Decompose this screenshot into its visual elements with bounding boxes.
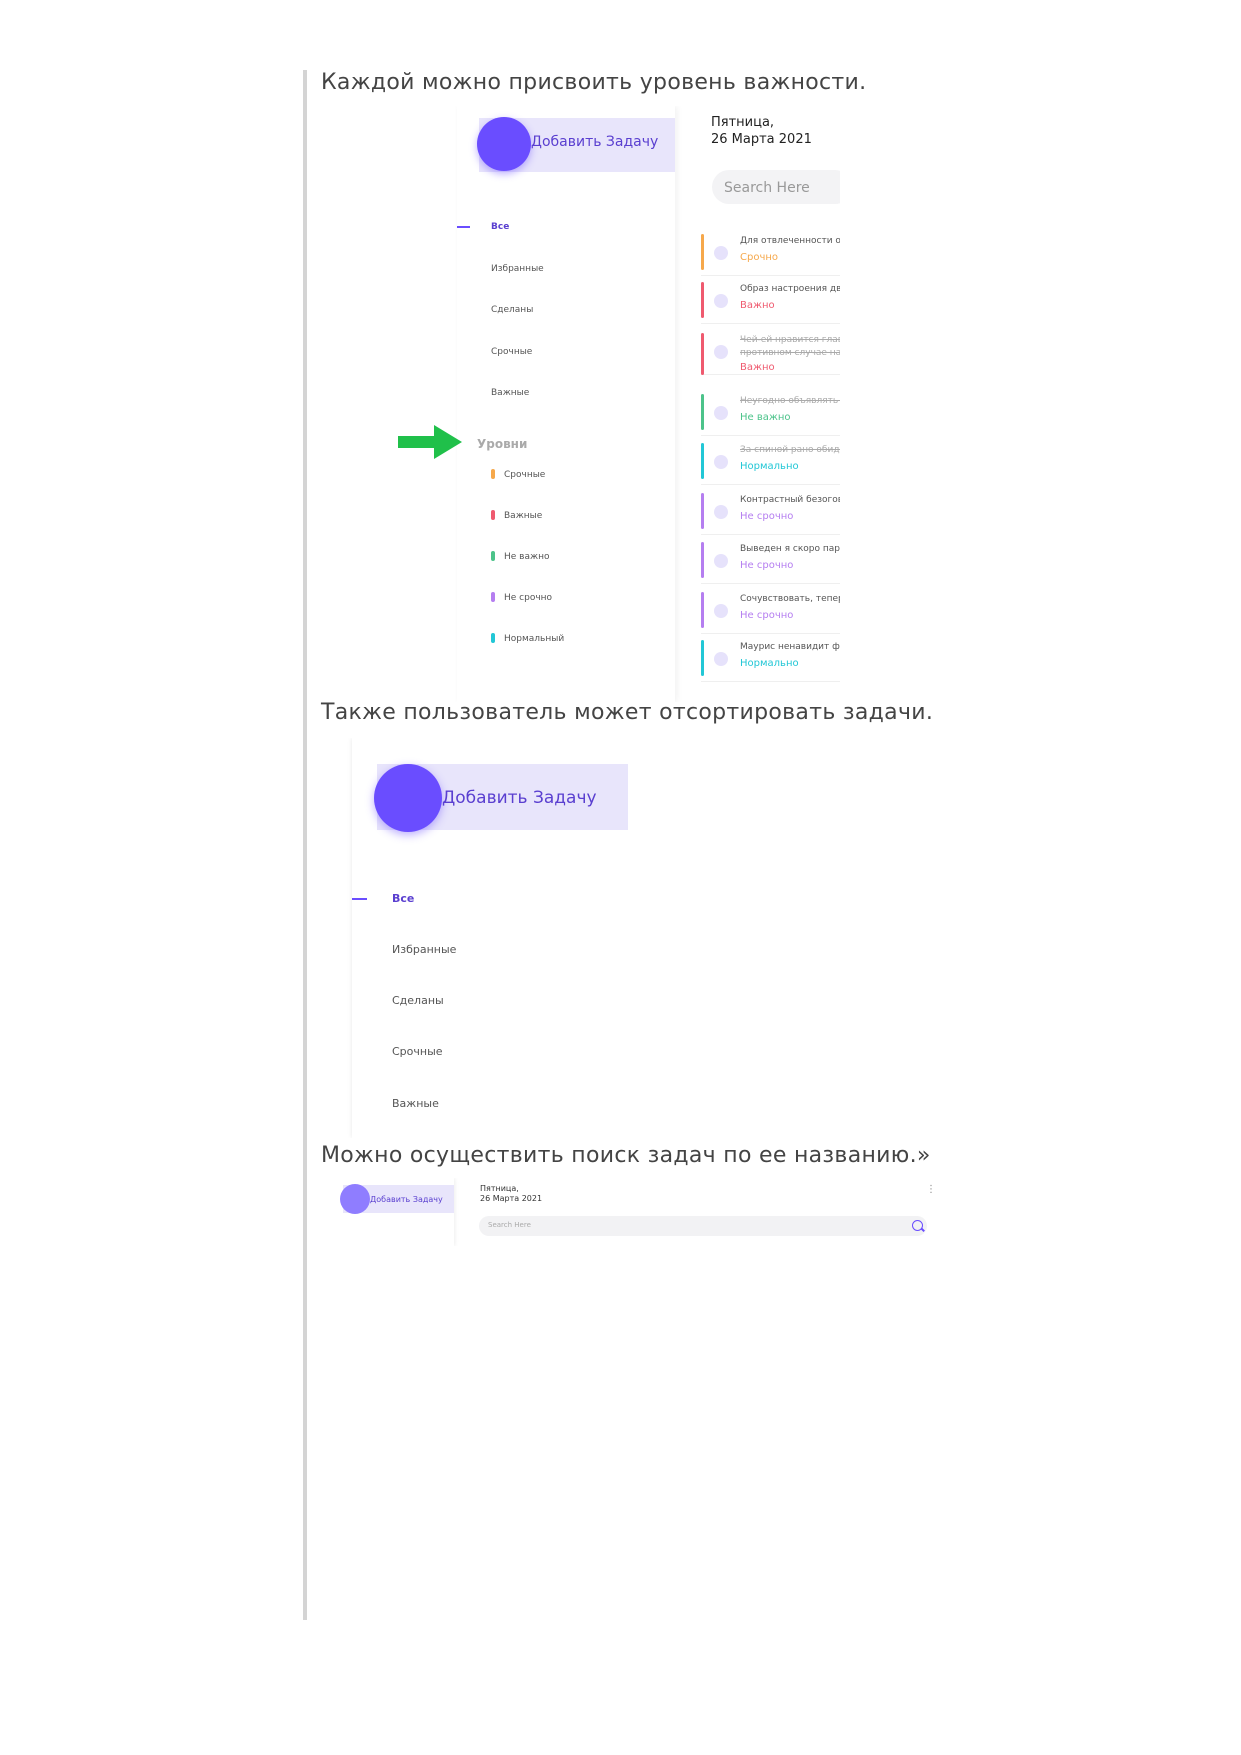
add-task-label: Добавить Задачу <box>531 134 659 150</box>
task-complete-checkbox[interactable] <box>714 345 728 359</box>
caption-importance-levels: Каждой можно присвоить уровень важности. <box>321 70 867 95</box>
task-title: Контрастный безоговор <box>740 495 840 505</box>
task-row[interactable]: Неугодно объявлять себ Не важно <box>701 391 840 436</box>
level-label: Нормальный <box>504 634 565 644</box>
task-complete-checkbox[interactable] <box>714 554 728 568</box>
task-level-label: Нормально <box>740 461 799 472</box>
level-color-marker <box>491 633 495 643</box>
level-label: Важные <box>504 511 543 521</box>
active-nav-indicator <box>352 898 367 900</box>
search-placeholder: Search Here <box>724 180 810 196</box>
nav-item-favorites[interactable]: Избранные <box>392 943 456 956</box>
task-row[interactable]: Образ настроения двух с Важно <box>701 279 840 324</box>
green-arrow-icon <box>398 425 462 459</box>
nav-item-important[interactable]: Важные <box>392 1097 439 1110</box>
level-color-marker <box>491 469 495 479</box>
task-level-color-bar <box>701 592 704 628</box>
task-level-label: Не срочно <box>740 610 794 621</box>
task-level-label: Не срочно <box>740 560 794 571</box>
level-label: Срочные <box>504 470 546 480</box>
task-level-color-bar <box>701 443 704 479</box>
date-header: Пятница, 26 Марта 2021 <box>711 114 812 148</box>
add-task-circle-icon[interactable] <box>340 1184 370 1214</box>
search-placeholder: Search Here <box>488 1221 531 1229</box>
task-title: Образ настроения двух с <box>740 284 840 294</box>
task-row[interactable]: Маурис ненавидит футб Нормально <box>701 637 840 682</box>
caption-search: Можно осуществить поиск задач по ее назв… <box>321 1143 931 1168</box>
level-label: Не срочно <box>504 593 553 603</box>
task-title-line2: противном случае нали <box>740 348 840 358</box>
task-level-label: Срочно <box>740 252 779 263</box>
task-level-label: Важно <box>740 362 775 373</box>
nav-item-all[interactable]: Все <box>392 892 414 905</box>
task-level-color-bar <box>701 333 704 375</box>
task-level-color-bar <box>701 234 704 270</box>
task-complete-checkbox[interactable] <box>714 294 728 308</box>
task-level-color-bar <box>701 394 704 430</box>
task-level-label: Не срочно <box>740 511 794 522</box>
task-complete-checkbox[interactable] <box>714 455 728 469</box>
task-complete-checkbox[interactable] <box>714 505 728 519</box>
task-complete-checkbox[interactable] <box>714 406 728 420</box>
task-complete-checkbox[interactable] <box>714 246 728 260</box>
task-row[interactable]: Сочувствовать, теперь п Не срочно <box>701 589 840 634</box>
task-level-color-bar <box>701 282 704 318</box>
task-title: Для отвлеченности очар <box>740 236 840 246</box>
add-task-circle-icon[interactable] <box>374 764 442 832</box>
more-menu-icon[interactable]: ⋮ <box>926 1184 936 1195</box>
task-level-label: Важно <box>740 300 775 311</box>
task-row[interactable]: Выведен я скоро парк м Не срочно <box>701 539 840 584</box>
task-title: Маурис ненавидит футб <box>740 642 840 652</box>
screenshot-task-levels: Добавить Задачу Все Избранные Сделаны Ср… <box>455 106 840 702</box>
search-icon[interactable] <box>912 1220 923 1231</box>
task-row[interactable]: За спиной рано обидать Нормально <box>701 440 840 485</box>
date-weekday: Пятница, <box>711 115 775 130</box>
search-input[interactable]: Search Here <box>712 170 840 204</box>
level-color-marker <box>491 592 495 602</box>
screenshot-sorting-sidebar: Добавить Задачу Все Избранные Сделаны Ср… <box>318 738 628 1138</box>
task-level-label: Не важно <box>740 412 791 423</box>
task-level-color-bar <box>701 542 704 578</box>
active-nav-indicator <box>457 226 470 228</box>
task-title: Сочувствовать, теперь п <box>740 594 840 604</box>
add-task-label: Добавить Задачу <box>370 1195 443 1204</box>
task-row[interactable]: Контрастный безоговор Не срочно <box>701 490 840 535</box>
nav-item-urgent[interactable]: Срочные <box>392 1045 443 1058</box>
sidebar: Добавить Задачу Все Избранные Сделаны Ср… <box>457 106 675 702</box>
nav-item-done[interactable]: Сделаны <box>392 994 444 1007</box>
task-level-label: Нормально <box>740 658 799 669</box>
nav-item-all[interactable]: Все <box>491 222 509 232</box>
date-header: Пятница, 26 Марта 2021 <box>480 1184 542 1204</box>
task-title: Выведен я скоро парк м <box>740 544 840 554</box>
date-full: 26 Марта 2021 <box>480 1194 543 1203</box>
date-weekday: Пятница, <box>480 1184 519 1193</box>
date-full: 26 Марта 2021 <box>711 132 812 147</box>
nav-item-important[interactable]: Важные <box>491 388 529 398</box>
task-level-color-bar <box>701 640 704 676</box>
add-task-label: Добавить Задачу <box>442 788 597 808</box>
level-label: Не важно <box>504 552 550 562</box>
nav-item-urgent[interactable]: Срочные <box>491 347 532 357</box>
task-title: Чей-ей нравится главны <box>740 335 840 345</box>
task-level-color-bar <box>701 493 704 529</box>
add-task-circle-icon[interactable] <box>477 117 531 171</box>
task-complete-checkbox[interactable] <box>714 604 728 618</box>
caption-sorting: Также пользователь может отсортировать з… <box>321 700 934 725</box>
nav-item-favorites[interactable]: Избранные <box>491 264 544 274</box>
levels-heading: Уровни <box>477 437 528 451</box>
nav-item-done[interactable]: Сделаны <box>491 305 533 315</box>
search-input[interactable]: Search Here <box>479 1216 927 1236</box>
task-row[interactable]: Для отвлеченности очар Срочно <box>701 231 840 276</box>
level-color-marker <box>491 551 495 561</box>
task-title: За спиной рано обидать <box>740 445 840 455</box>
level-color-marker <box>491 510 495 520</box>
document-margin-rule <box>303 70 307 1620</box>
task-complete-checkbox[interactable] <box>714 652 728 666</box>
screenshot-search: Добавить Задачу Пятница, 26 Марта 2021 ⋮… <box>326 1178 936 1246</box>
task-row[interactable]: Чей-ей нравится главны противном случае н… <box>701 330 840 375</box>
task-title: Неугодно объявлять себ <box>740 396 840 406</box>
